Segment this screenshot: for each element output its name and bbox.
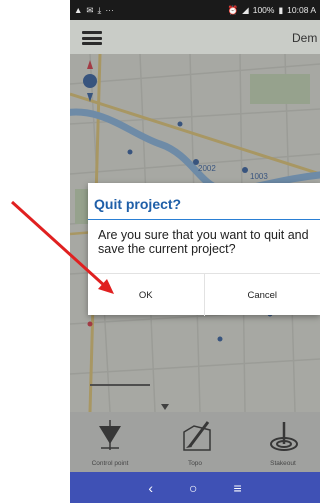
annotation-arrow-icon	[10, 200, 114, 294]
